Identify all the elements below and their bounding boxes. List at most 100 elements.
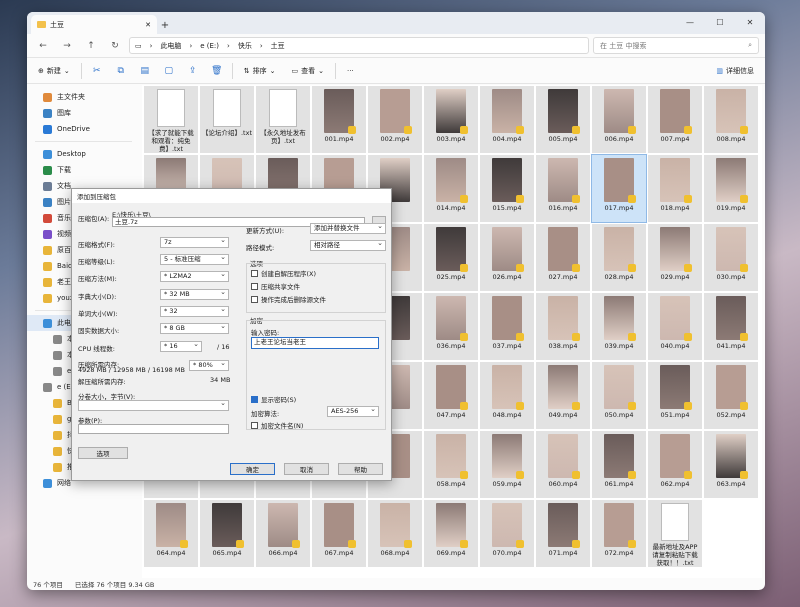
file-item[interactable]: 007.mp4 (648, 86, 702, 153)
file-item[interactable]: 036.mp4 (424, 293, 478, 360)
maximize-button[interactable]: ☐ (705, 12, 735, 32)
file-item[interactable]: 072.mp4 (592, 500, 646, 567)
file-item[interactable]: 048.mp4 (480, 362, 534, 429)
cancel-button[interactable]: 取消 (284, 463, 329, 475)
file-item[interactable]: 018.mp4 (648, 155, 702, 222)
cut-icon[interactable]: ✂ (88, 62, 106, 80)
sidebar-item[interactable]: 下载 (27, 162, 140, 178)
file-item[interactable]: 040.mp4 (648, 293, 702, 360)
file-item[interactable]: 030.mp4 (704, 224, 758, 291)
sidebar-item[interactable]: 主文件夹 (27, 89, 140, 105)
file-item[interactable]: 058.mp4 (424, 431, 478, 498)
file-item[interactable]: 052.mp4 (704, 362, 758, 429)
file-item[interactable]: 016.mp4 (536, 155, 590, 222)
sidebar-item[interactable]: Desktop (27, 146, 140, 162)
update-select[interactable]: 添加并替换文件 (310, 222, 386, 234)
level-select[interactable]: 5 - 标准压缩 (160, 253, 229, 265)
file-item[interactable]: 【论坛介绍】.txt (200, 86, 254, 153)
file-item[interactable]: 063.mp4 (704, 431, 758, 498)
method-select[interactable]: * LZMA2 (160, 270, 229, 282)
breadcrumb-current[interactable]: 土豆 (271, 41, 285, 51)
file-item[interactable]: 015.mp4 (480, 155, 534, 222)
file-item[interactable]: 027.mp4 (536, 224, 590, 291)
file-item[interactable]: 【求了就能下载 和观看：纯免 费】.txt (144, 86, 198, 153)
file-item[interactable]: 059.mp4 (480, 431, 534, 498)
view-button[interactable]: ▭ 查看 ⌄ (287, 62, 330, 80)
file-item[interactable]: 051.mp4 (648, 362, 702, 429)
file-item[interactable]: 066.mp4 (256, 500, 310, 567)
share-icon[interactable]: ⇪ (184, 62, 202, 80)
file-item[interactable]: 068.mp4 (368, 500, 422, 567)
file-item[interactable]: 029.mp4 (648, 224, 702, 291)
cpu-select[interactable]: * 16 (160, 340, 202, 352)
file-item[interactable]: 001.mp4 (312, 86, 366, 153)
tab-current[interactable]: 土豆 ✕ (31, 15, 157, 34)
show-password-checkbox[interactable]: 显示密码(S) (251, 394, 296, 404)
breadcrumb-this-pc[interactable]: 此电脑 (160, 41, 181, 51)
word-select[interactable]: * 32 (160, 305, 229, 317)
file-item[interactable]: 065.mp4 (200, 500, 254, 567)
dict-select[interactable]: * 32 MB (160, 288, 229, 300)
file-item[interactable]: 006.mp4 (592, 86, 646, 153)
file-item[interactable]: 002.mp4 (368, 86, 422, 153)
address-field[interactable]: ▭ › 此电脑 › e (E:) › 快乐 › 土豆 (129, 37, 589, 54)
file-item[interactable]: 067.mp4 (312, 500, 366, 567)
more-button[interactable]: ··· (342, 62, 359, 80)
delete-after-checkbox[interactable]: 操作完成后删除源文件 (251, 294, 326, 304)
file-item[interactable]: 025.mp4 (424, 224, 478, 291)
breadcrumb-happy[interactable]: 快乐 (238, 41, 252, 51)
file-item[interactable]: 071.mp4 (536, 500, 590, 567)
params-field[interactable] (78, 424, 229, 434)
ok-button[interactable]: 确定 (230, 463, 275, 475)
file-item[interactable]: 028.mp4 (592, 224, 646, 291)
file-item[interactable]: 014.mp4 (424, 155, 478, 222)
split-select[interactable] (78, 399, 229, 411)
file-item[interactable]: 019.mp4 (704, 155, 758, 222)
sidebar-item[interactable]: 图库 (27, 105, 140, 121)
refresh-icon[interactable]: ↻ (105, 37, 125, 55)
mem-percent-select[interactable]: * 80% (189, 359, 229, 371)
new-tab-button[interactable]: + (157, 16, 173, 34)
shared-checkbox[interactable]: 压缩共享文件 (251, 281, 300, 291)
file-item[interactable]: 005.mp4 (536, 86, 590, 153)
password-field[interactable]: 上老王论坛当老王 (251, 337, 379, 349)
back-arrow-icon[interactable]: ← (33, 37, 53, 55)
file-item[interactable]: 041.mp4 (704, 293, 758, 360)
search-input[interactable]: 在 土豆 中搜索 ⌕ (593, 37, 759, 54)
breadcrumb-drive-e[interactable]: e (E:) (200, 42, 219, 50)
forward-arrow-icon[interactable]: → (57, 37, 77, 55)
new-button[interactable]: ⊕ 新建 ⌄ (33, 62, 75, 80)
file-item[interactable]: 008.mp4 (704, 86, 758, 153)
solid-select[interactable]: * 8 GB (160, 322, 229, 334)
rename-icon[interactable]: ▢ (160, 62, 178, 80)
delete-icon[interactable]: 🗑 (208, 62, 226, 80)
options-button[interactable]: 选项 (78, 447, 128, 459)
encrypt-names-checkbox[interactable]: 加密文件名(N) (251, 420, 303, 430)
file-item[interactable]: 037.mp4 (480, 293, 534, 360)
file-item[interactable]: 003.mp4 (424, 86, 478, 153)
file-item[interactable]: 060.mp4 (536, 431, 590, 498)
file-item[interactable]: 064.mp4 (144, 500, 198, 567)
file-item[interactable]: 039.mp4 (592, 293, 646, 360)
close-window-button[interactable]: ✕ (735, 12, 765, 32)
file-item[interactable]: 047.mp4 (424, 362, 478, 429)
format-select[interactable]: 7z (160, 236, 229, 248)
up-arrow-icon[interactable]: ↑ (81, 37, 101, 55)
copy-icon[interactable]: ⧉ (112, 62, 130, 80)
sort-button[interactable]: ⇅ 排序 ⌄ (239, 62, 281, 80)
file-item[interactable]: 062.mp4 (648, 431, 702, 498)
file-item[interactable]: 061.mp4 (592, 431, 646, 498)
paste-icon[interactable]: ▤ (136, 62, 154, 80)
file-item[interactable]: 070.mp4 (480, 500, 534, 567)
file-item[interactable]: 049.mp4 (536, 362, 590, 429)
file-item[interactable]: 最新地址及APP 请复制粘贴下载 获取！！.txt (648, 500, 702, 567)
file-item[interactable]: 017.mp4 (591, 154, 647, 223)
file-item[interactable]: 050.mp4 (592, 362, 646, 429)
details-button[interactable]: ▥ 详细信息 (711, 62, 759, 80)
enc-method-select[interactable]: AES-256 (327, 405, 379, 417)
close-tab-icon[interactable]: ✕ (145, 21, 151, 29)
minimize-button[interactable]: — (675, 12, 705, 32)
file-item[interactable]: 069.mp4 (424, 500, 478, 567)
file-item[interactable]: 【永久地址发布 页】.txt (256, 86, 310, 153)
path-mode-select[interactable]: 相对路径 (310, 239, 386, 251)
